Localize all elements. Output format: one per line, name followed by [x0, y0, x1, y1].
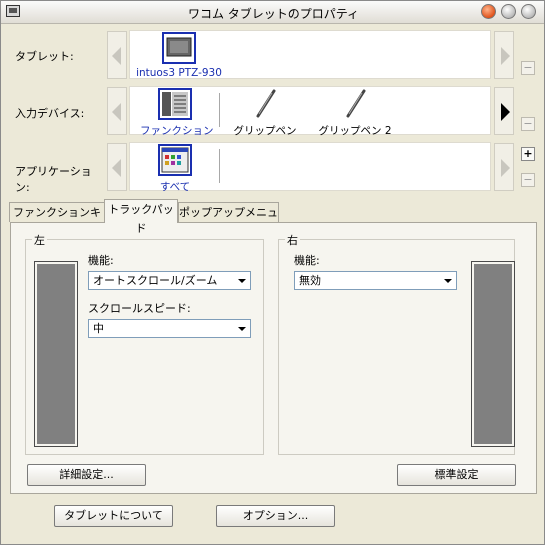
application-strip: すべて — [129, 142, 491, 194]
title-bar[interactable]: ワコム タブレットのプロパティ — [1, 1, 544, 24]
right-group-title: 右 — [285, 232, 300, 248]
chevron-down-icon[interactable] — [235, 274, 248, 287]
tablet-icon — [162, 32, 196, 64]
application-scroll-right-button[interactable] — [494, 143, 514, 191]
tablet-remove-button[interactable]: − — [521, 61, 535, 75]
right-arrow-icon — [501, 47, 510, 65]
tablet-item[interactable]: intuos3 PTZ-930 — [134, 32, 224, 79]
function-keys-icon — [158, 88, 192, 120]
application-divider — [219, 149, 220, 183]
input-device-strip: ファンクション グリップペン グリップペン 2 — [129, 86, 491, 138]
options-button[interactable]: オプション... — [216, 505, 335, 527]
pen-icon — [256, 89, 276, 118]
tablet-strip: intuos3 PTZ-930 — [129, 30, 491, 79]
scroll-speed-label: スクロールスピード: — [88, 302, 191, 315]
function-device-label: ファンクション — [140, 125, 214, 137]
about-tablet-button[interactable]: タブレットについて — [54, 505, 173, 527]
application-add-button[interactable]: + — [521, 147, 535, 161]
minimize-button[interactable] — [501, 4, 516, 19]
function-device-item[interactable]: ファンクション — [140, 88, 214, 138]
input-device-scroll-left-button[interactable] — [107, 87, 127, 135]
advanced-settings-button[interactable]: 詳細設定... — [27, 464, 146, 486]
right-function-value: 無効 — [299, 274, 321, 287]
all-applications-item[interactable]: すべて — [140, 144, 210, 194]
right-function-select[interactable]: 無効 — [294, 271, 457, 290]
right-arrow-icon — [501, 103, 510, 121]
trackpad-panel: 左 機能: オートスクロール/ズーム スクロールスピード: 中 右 機能: 無効… — [10, 222, 537, 494]
input-device-scroll-right-button[interactable] — [494, 87, 514, 135]
grip-pen-2-label: グリップペン 2 — [318, 125, 392, 137]
device-divider — [219, 93, 220, 127]
window-title: ワコム タブレットのプロパティ — [187, 7, 360, 21]
left-arrow-icon — [112, 103, 121, 121]
left-trackpad-group: 左 機能: オートスクロール/ズーム スクロールスピード: 中 — [25, 232, 264, 455]
left-group-title: 左 — [32, 232, 47, 248]
all-applications-label: すべて — [159, 181, 191, 193]
scroll-speed-select[interactable]: 中 — [88, 319, 251, 338]
application-scroll-left-button[interactable] — [107, 143, 127, 191]
application-row-label: アプリケーション: — [15, 165, 92, 194]
tablet-scroll-left-button[interactable] — [107, 31, 127, 79]
input-device-remove-button[interactable]: − — [521, 117, 535, 131]
tab-function-keys[interactable]: ファンクションキー — [9, 202, 105, 238]
tab-popup-menu[interactable]: ポップアップメニュー — [178, 202, 279, 238]
grip-pen-item[interactable]: グリップペン — [230, 88, 300, 138]
close-button[interactable] — [481, 4, 496, 19]
right-arrow-icon — [501, 159, 510, 177]
tablet-row-label: タブレット: — [15, 50, 74, 63]
tablet-scroll-right-button[interactable] — [494, 31, 514, 79]
left-trackpad-strip — [34, 261, 78, 447]
right-function-label: 機能: — [294, 254, 320, 267]
pen-icon — [346, 89, 366, 118]
chevron-down-icon[interactable] — [441, 274, 454, 287]
left-arrow-icon — [112, 47, 121, 65]
right-trackpad-strip — [471, 261, 515, 447]
applications-icon — [158, 144, 192, 176]
right-trackpad-group: 右 機能: 無効 — [278, 232, 515, 455]
left-arrow-icon — [112, 159, 121, 177]
chevron-down-icon[interactable] — [235, 322, 248, 335]
grip-pen-label: グリップペン — [233, 125, 297, 137]
properties-window: ワコム タブレットのプロパティ タブレット: intuos3 PTZ-930 −… — [0, 0, 545, 545]
tablet-item-label: intuos3 PTZ-930 — [136, 67, 222, 79]
default-settings-button[interactable]: 標準設定 — [397, 464, 516, 486]
left-function-select[interactable]: オートスクロール/ズーム — [88, 271, 251, 290]
grip-pen-2-item[interactable]: グリップペン 2 — [315, 88, 395, 138]
scroll-speed-value: 中 — [93, 322, 104, 335]
left-function-label: 機能: — [88, 254, 114, 267]
maximize-button[interactable] — [521, 4, 536, 19]
application-remove-button[interactable]: − — [521, 173, 535, 187]
tab-trackpad[interactable]: トラックパッド — [104, 199, 178, 235]
input-device-row-label: 入力デバイス: — [15, 107, 85, 120]
left-function-value: オートスクロール/ズーム — [93, 274, 218, 287]
